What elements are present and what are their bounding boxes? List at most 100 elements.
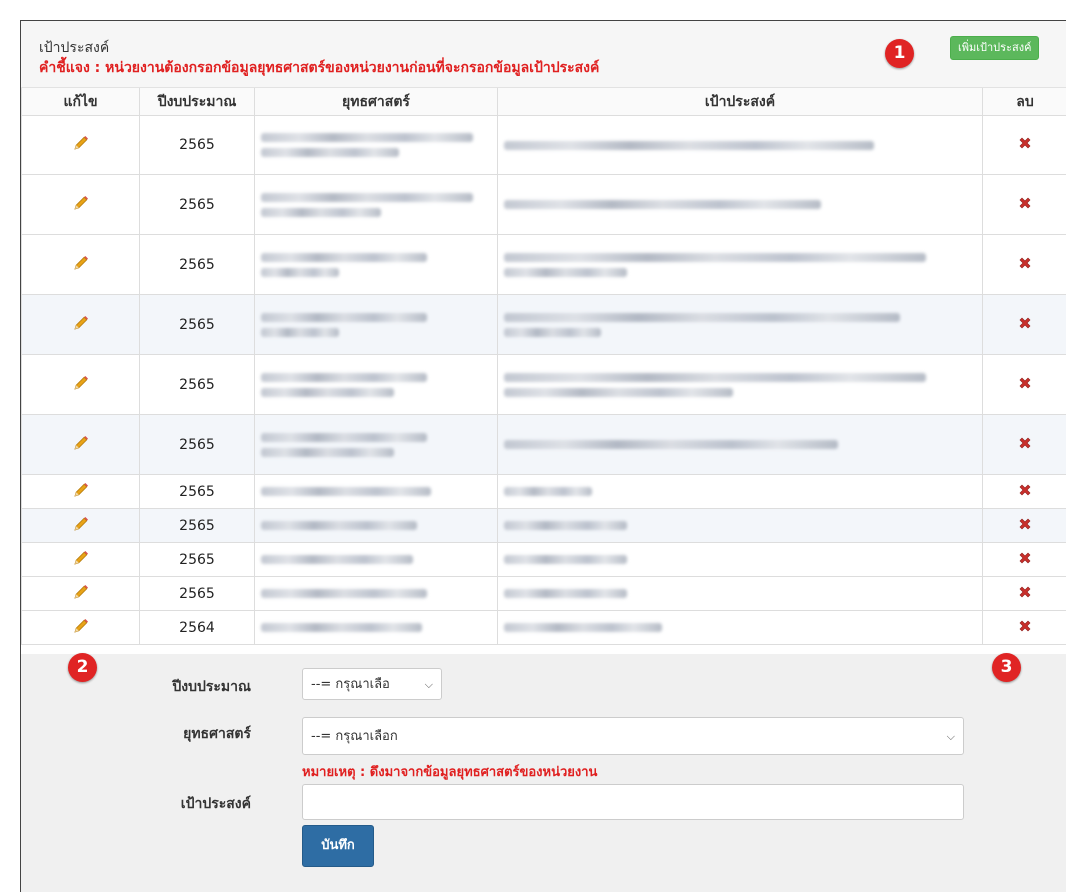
delete-cell: [983, 415, 1066, 475]
table-row: 2565: [22, 475, 1066, 509]
year-cell: 2565: [140, 509, 255, 543]
edit-cell: [22, 611, 140, 645]
blurred-text: [261, 555, 413, 564]
instruction-label: คำชี้แจง :: [39, 60, 100, 76]
save-button[interactable]: บันทึก: [302, 825, 374, 867]
edit-cell: [22, 509, 140, 543]
blurred-text: [504, 623, 662, 632]
delete-x-icon[interactable]: [1017, 584, 1033, 604]
delete-x-icon[interactable]: [1017, 135, 1033, 155]
blurred-text: [504, 487, 592, 496]
pencil-icon[interactable]: [72, 617, 90, 639]
redacted-cell: [255, 235, 498, 295]
delete-x-icon[interactable]: [1017, 618, 1033, 638]
goal-input[interactable]: [302, 784, 964, 820]
edit-cell: [22, 577, 140, 611]
redacted-cell: [255, 475, 498, 509]
blurred-text: [261, 328, 339, 337]
edit-cell: [22, 415, 140, 475]
redacted-cell: [498, 611, 983, 645]
delete-x-icon[interactable]: [1017, 195, 1033, 215]
year-select-value: --= กรุณาเลือ: [311, 677, 390, 692]
delete-x-icon[interactable]: [1017, 435, 1033, 455]
table-row: 2565: [22, 116, 1066, 175]
blurred-text: [261, 133, 473, 142]
blurred-text: [261, 388, 394, 397]
table-row: 2565: [22, 509, 1066, 543]
redacted-cell: [255, 116, 498, 175]
add-goal-button[interactable]: เพิ่มเป้าประสงค์: [950, 36, 1039, 60]
blurred-text: [504, 440, 838, 449]
blurred-text: [261, 589, 427, 598]
strategy-select-value: --= กรุณาเลือก: [311, 729, 398, 744]
pencil-icon[interactable]: [72, 549, 90, 571]
redacted-cell: [255, 415, 498, 475]
delete-x-icon[interactable]: [1017, 482, 1033, 502]
blurred-text: [504, 268, 627, 277]
delete-cell: [983, 475, 1066, 509]
pencil-icon[interactable]: [72, 314, 90, 336]
pencil-icon[interactable]: [72, 254, 90, 276]
goal-label: เป้าประสงค์: [101, 793, 251, 815]
redacted-cell: [498, 543, 983, 577]
chevron-down-icon: ⌵: [425, 669, 433, 701]
delete-cell: [983, 543, 1066, 577]
year-label: ปีงบประมาณ: [101, 676, 251, 698]
delete-cell: [983, 611, 1066, 645]
redacted-cell: [255, 543, 498, 577]
pencil-icon[interactable]: [72, 194, 90, 216]
column-header-edit: แก้ไข: [22, 88, 140, 116]
panel-title: เป้าประสงค์: [39, 37, 109, 59]
delete-cell: [983, 116, 1066, 175]
callout-marker-2: 2: [68, 653, 97, 682]
year-cell: 2565: [140, 577, 255, 611]
table-row: 2565: [22, 577, 1066, 611]
pencil-icon[interactable]: [72, 374, 90, 396]
pencil-icon[interactable]: [72, 583, 90, 605]
redacted-cell: [255, 175, 498, 235]
edit-cell: [22, 175, 140, 235]
chevron-down-icon: ⌵: [947, 718, 955, 756]
table-row: 2565: [22, 175, 1066, 235]
year-cell: 2565: [140, 355, 255, 415]
year-cell: 2565: [140, 116, 255, 175]
year-select[interactable]: --= กรุณาเลือ ⌵: [302, 668, 442, 700]
pencil-icon[interactable]: [72, 515, 90, 537]
year-cell: 2564: [140, 611, 255, 645]
delete-x-icon[interactable]: [1017, 255, 1033, 275]
panel-instruction: คำชี้แจง : หน่วยงานต้องกรอกข้อมูลยุทธศาส…: [39, 57, 599, 79]
blurred-text: [261, 253, 427, 262]
remark-label: หมายเหตุ :: [302, 765, 365, 780]
pencil-icon[interactable]: [72, 434, 90, 456]
goal-form: ปีงบประมาณ --= กรุณาเลือ ⌵ ยุทธศาสตร์ --…: [21, 654, 1066, 892]
delete-cell: [983, 355, 1066, 415]
redacted-cell: [498, 355, 983, 415]
table-header-row: แก้ไข ปีงบประมาณ ยุทธศาสตร์ เป้าประสงค์ …: [22, 88, 1066, 116]
goal-table: แก้ไข ปีงบประมาณ ยุทธศาสตร์ เป้าประสงค์ …: [21, 88, 1066, 645]
year-cell: 2565: [140, 415, 255, 475]
table-row: 2565: [22, 415, 1066, 475]
pencil-icon[interactable]: [72, 481, 90, 503]
blurred-text: [261, 521, 417, 530]
year-cell: 2565: [140, 295, 255, 355]
delete-x-icon[interactable]: [1017, 516, 1033, 536]
pencil-icon[interactable]: [72, 134, 90, 156]
delete-cell: [983, 509, 1066, 543]
redacted-cell: [498, 295, 983, 355]
remark-text: ดึงมาจากข้อมูลยุทธศาสตร์ของหน่วยงาน: [370, 765, 598, 780]
redacted-cell: [498, 116, 983, 175]
redacted-cell: [498, 475, 983, 509]
blurred-text: [261, 373, 427, 382]
edit-cell: [22, 235, 140, 295]
blurred-text: [261, 208, 381, 217]
edit-cell: [22, 543, 140, 577]
redacted-cell: [255, 355, 498, 415]
delete-x-icon[interactable]: [1017, 315, 1033, 335]
table-row: 2565: [22, 355, 1066, 415]
redacted-cell: [255, 577, 498, 611]
delete-x-icon[interactable]: [1017, 550, 1033, 570]
delete-x-icon[interactable]: [1017, 375, 1033, 395]
column-header-goal: เป้าประสงค์: [498, 88, 983, 116]
column-header-strategy: ยุทธศาสตร์: [255, 88, 498, 116]
strategy-select[interactable]: --= กรุณาเลือก ⌵: [302, 717, 964, 755]
